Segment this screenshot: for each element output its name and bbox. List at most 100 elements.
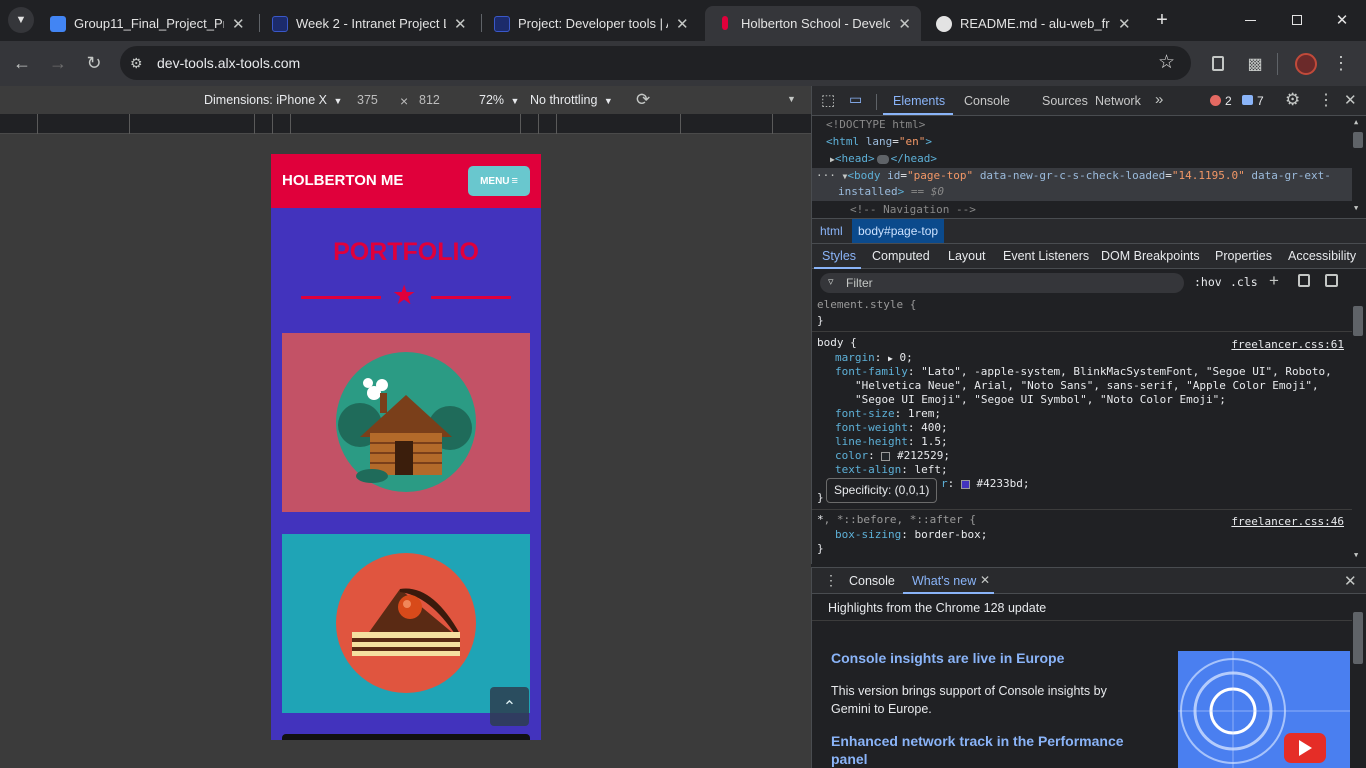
browser-tab[interactable]: Week 2 - Intranet Project Links ✕ [260, 6, 480, 41]
hov-toggle[interactable]: :hov [1194, 275, 1222, 289]
tab-accessibility[interactable]: Accessibility [1288, 249, 1356, 263]
youtube-play-icon[interactable] [1284, 733, 1326, 763]
zoom-select[interactable]: 72% ▼ [479, 93, 519, 107]
portfolio-item-cabin[interactable] [282, 333, 530, 512]
color-swatch[interactable] [881, 451, 891, 461]
tab-network[interactable]: Network [1095, 94, 1141, 108]
tab-search-button[interactable]: ▼ [8, 7, 34, 33]
dom-doctype[interactable]: <!DOCTYPE html> [826, 118, 925, 131]
browser-tab-active[interactable]: Holberton School - Developer tools ✕ [705, 6, 921, 41]
body-selector[interactable]: body { [817, 336, 857, 349]
new-rule-icon[interactable]: + [1269, 271, 1279, 291]
element-style-rule[interactable]: element.style { [817, 298, 916, 311]
device-toggle-icon[interactable]: ▭ [849, 91, 862, 108]
minimize-button[interactable] [1238, 10, 1262, 30]
css-declaration[interactable]: font-family: "Lato", -apple-system, Blin… [835, 365, 1332, 378]
inspect-element-icon[interactable]: ⬚ [821, 91, 835, 109]
cls-toggle[interactable]: .cls [1230, 275, 1258, 289]
message-count: 7 [1257, 94, 1264, 108]
tab-properties[interactable]: Properties [1215, 249, 1272, 263]
new-tab-button[interactable]: + [1150, 8, 1174, 32]
close-icon[interactable]: ✕ [1344, 91, 1357, 109]
rotate-icon[interactable]: ⟳ [636, 90, 650, 110]
breadcrumb-body[interactable]: body#page-top [852, 219, 945, 243]
media-query-ruler[interactable] [0, 114, 811, 134]
error-icon[interactable] [1210, 95, 1221, 106]
browser-tab[interactable]: README.md - alu-web_frontend ✕ [924, 6, 1142, 41]
close-icon[interactable]: ✕ [676, 15, 689, 33]
source-link[interactable]: freelancer.css:61 [1231, 338, 1344, 351]
css-declaration[interactable]: font-weight: 400; [835, 421, 948, 434]
throttling-select[interactable]: No throttling ▼ [530, 93, 613, 107]
star-icon[interactable]: ☆ [1158, 51, 1175, 74]
sidebar-toggle-icon[interactable] [1325, 274, 1338, 287]
browser-tab[interactable]: Group11_Final_Project_Proposal ✕ [38, 6, 258, 41]
profile-button[interactable] [1292, 41, 1320, 86]
more-vert-icon[interactable]: ⋮ [1318, 90, 1334, 110]
close-drawer-icon[interactable]: ✕ [1344, 572, 1357, 590]
device-width-input[interactable]: 375 [357, 93, 378, 107]
whats-new-link-console-insights[interactable]: Console insights are live in Europe [831, 650, 1064, 666]
css-declaration[interactable]: color: #212529; [835, 449, 950, 462]
browser-menu-button[interactable]: ⋮ [1327, 41, 1355, 86]
tab-layout[interactable]: Layout [948, 249, 986, 263]
brand-link[interactable]: HOLBERTON ME [282, 172, 403, 189]
back-button[interactable]: ← [8, 41, 36, 86]
tab-console[interactable]: Console [964, 94, 1010, 108]
extensions-button[interactable]: ▩ [1241, 41, 1269, 86]
dom-node-body[interactable]: ··· ▼<body id="page-top" data-new-gr-c-s… [816, 169, 1331, 182]
scroll-to-top-button[interactable]: ⌃ [490, 687, 529, 726]
css-declaration[interactable]: font-size: 1rem; [835, 407, 941, 420]
rule-close: } [817, 491, 824, 504]
dom-node-head[interactable]: ▶<head> </head> [830, 152, 937, 165]
site-info-icon[interactable]: ⚙ [130, 55, 143, 72]
chevron-up-icon: ⌃ [502, 698, 517, 716]
restore-button[interactable] [1285, 10, 1309, 30]
close-icon[interactable]: ✕ [898, 15, 911, 33]
universal-selector[interactable]: *, *::before, *::after { [817, 513, 976, 526]
browser-tab[interactable]: Project: Developer tools | ALX ✕ [482, 6, 702, 41]
menu-button[interactable]: MENU ≡ [468, 166, 530, 196]
dom-comment[interactable]: <!-- Navigation --> [850, 203, 976, 216]
css-declaration[interactable]: margin: ▶ 0; [835, 351, 913, 364]
scrollbar[interactable] [1353, 612, 1363, 664]
dom-node-html[interactable]: <html lang="en"> [826, 135, 932, 148]
tab-sources[interactable]: Sources [1042, 94, 1088, 108]
drawer-tab-console[interactable]: Console [849, 574, 895, 588]
whats-new-link-network-track[interactable]: Enhanced network track in the Performanc… [831, 732, 1131, 768]
forward-button[interactable]: → [44, 41, 72, 86]
css-declaration[interactable]: box-sizing: border-box; [835, 528, 987, 541]
next-card [282, 734, 530, 740]
close-icon[interactable]: ✕ [232, 15, 245, 33]
device-more-icon[interactable]: ▼ [787, 94, 796, 104]
close-icon[interactable]: ✕ [980, 573, 990, 587]
video-thumbnail[interactable] [1178, 651, 1350, 768]
source-link[interactable]: freelancer.css:46 [1231, 515, 1344, 528]
window-close-button[interactable]: ✕ [1330, 8, 1354, 32]
tab-elements[interactable]: Elements [893, 94, 945, 108]
reading-mode-button[interactable] [1204, 41, 1232, 86]
styles-filter-input[interactable]: ▿ Filter [820, 273, 1184, 293]
tab-dom-breakpoints[interactable]: DOM Breakpoints [1101, 249, 1200, 263]
breadcrumb-html[interactable]: html [820, 224, 843, 238]
tab-styles[interactable]: Styles [822, 249, 856, 263]
address-bar[interactable]: ⚙ dev-tools.alx-tools.com ☆ [120, 46, 1191, 80]
drawer-tab-whats-new[interactable]: What's new [912, 574, 976, 588]
more-vert-icon[interactable]: ⋮ [824, 572, 838, 589]
tab-event-listeners[interactable]: Event Listeners [1003, 249, 1089, 263]
css-declaration[interactable]: text-align: left; [835, 463, 948, 476]
device-dimensions-select[interactable]: Dimensions: iPhone X ▼ [204, 93, 342, 107]
tab-computed[interactable]: Computed [872, 249, 930, 263]
close-icon[interactable]: ✕ [1118, 15, 1131, 33]
paint-icon[interactable] [1298, 274, 1310, 287]
color-swatch[interactable] [960, 479, 970, 489]
close-icon[interactable]: ✕ [454, 15, 467, 33]
gear-icon[interactable]: ⚙ [1285, 90, 1300, 110]
zoom-label: 72% [479, 93, 505, 107]
device-height-input[interactable]: 812 [419, 93, 440, 107]
more-tabs-icon[interactable]: » [1155, 91, 1163, 108]
message-icon[interactable] [1242, 95, 1253, 105]
reload-button[interactable]: ↻ [80, 41, 108, 86]
css-declaration[interactable]: line-height: 1.5; [835, 435, 948, 448]
scrollbar[interactable] [1353, 306, 1363, 336]
